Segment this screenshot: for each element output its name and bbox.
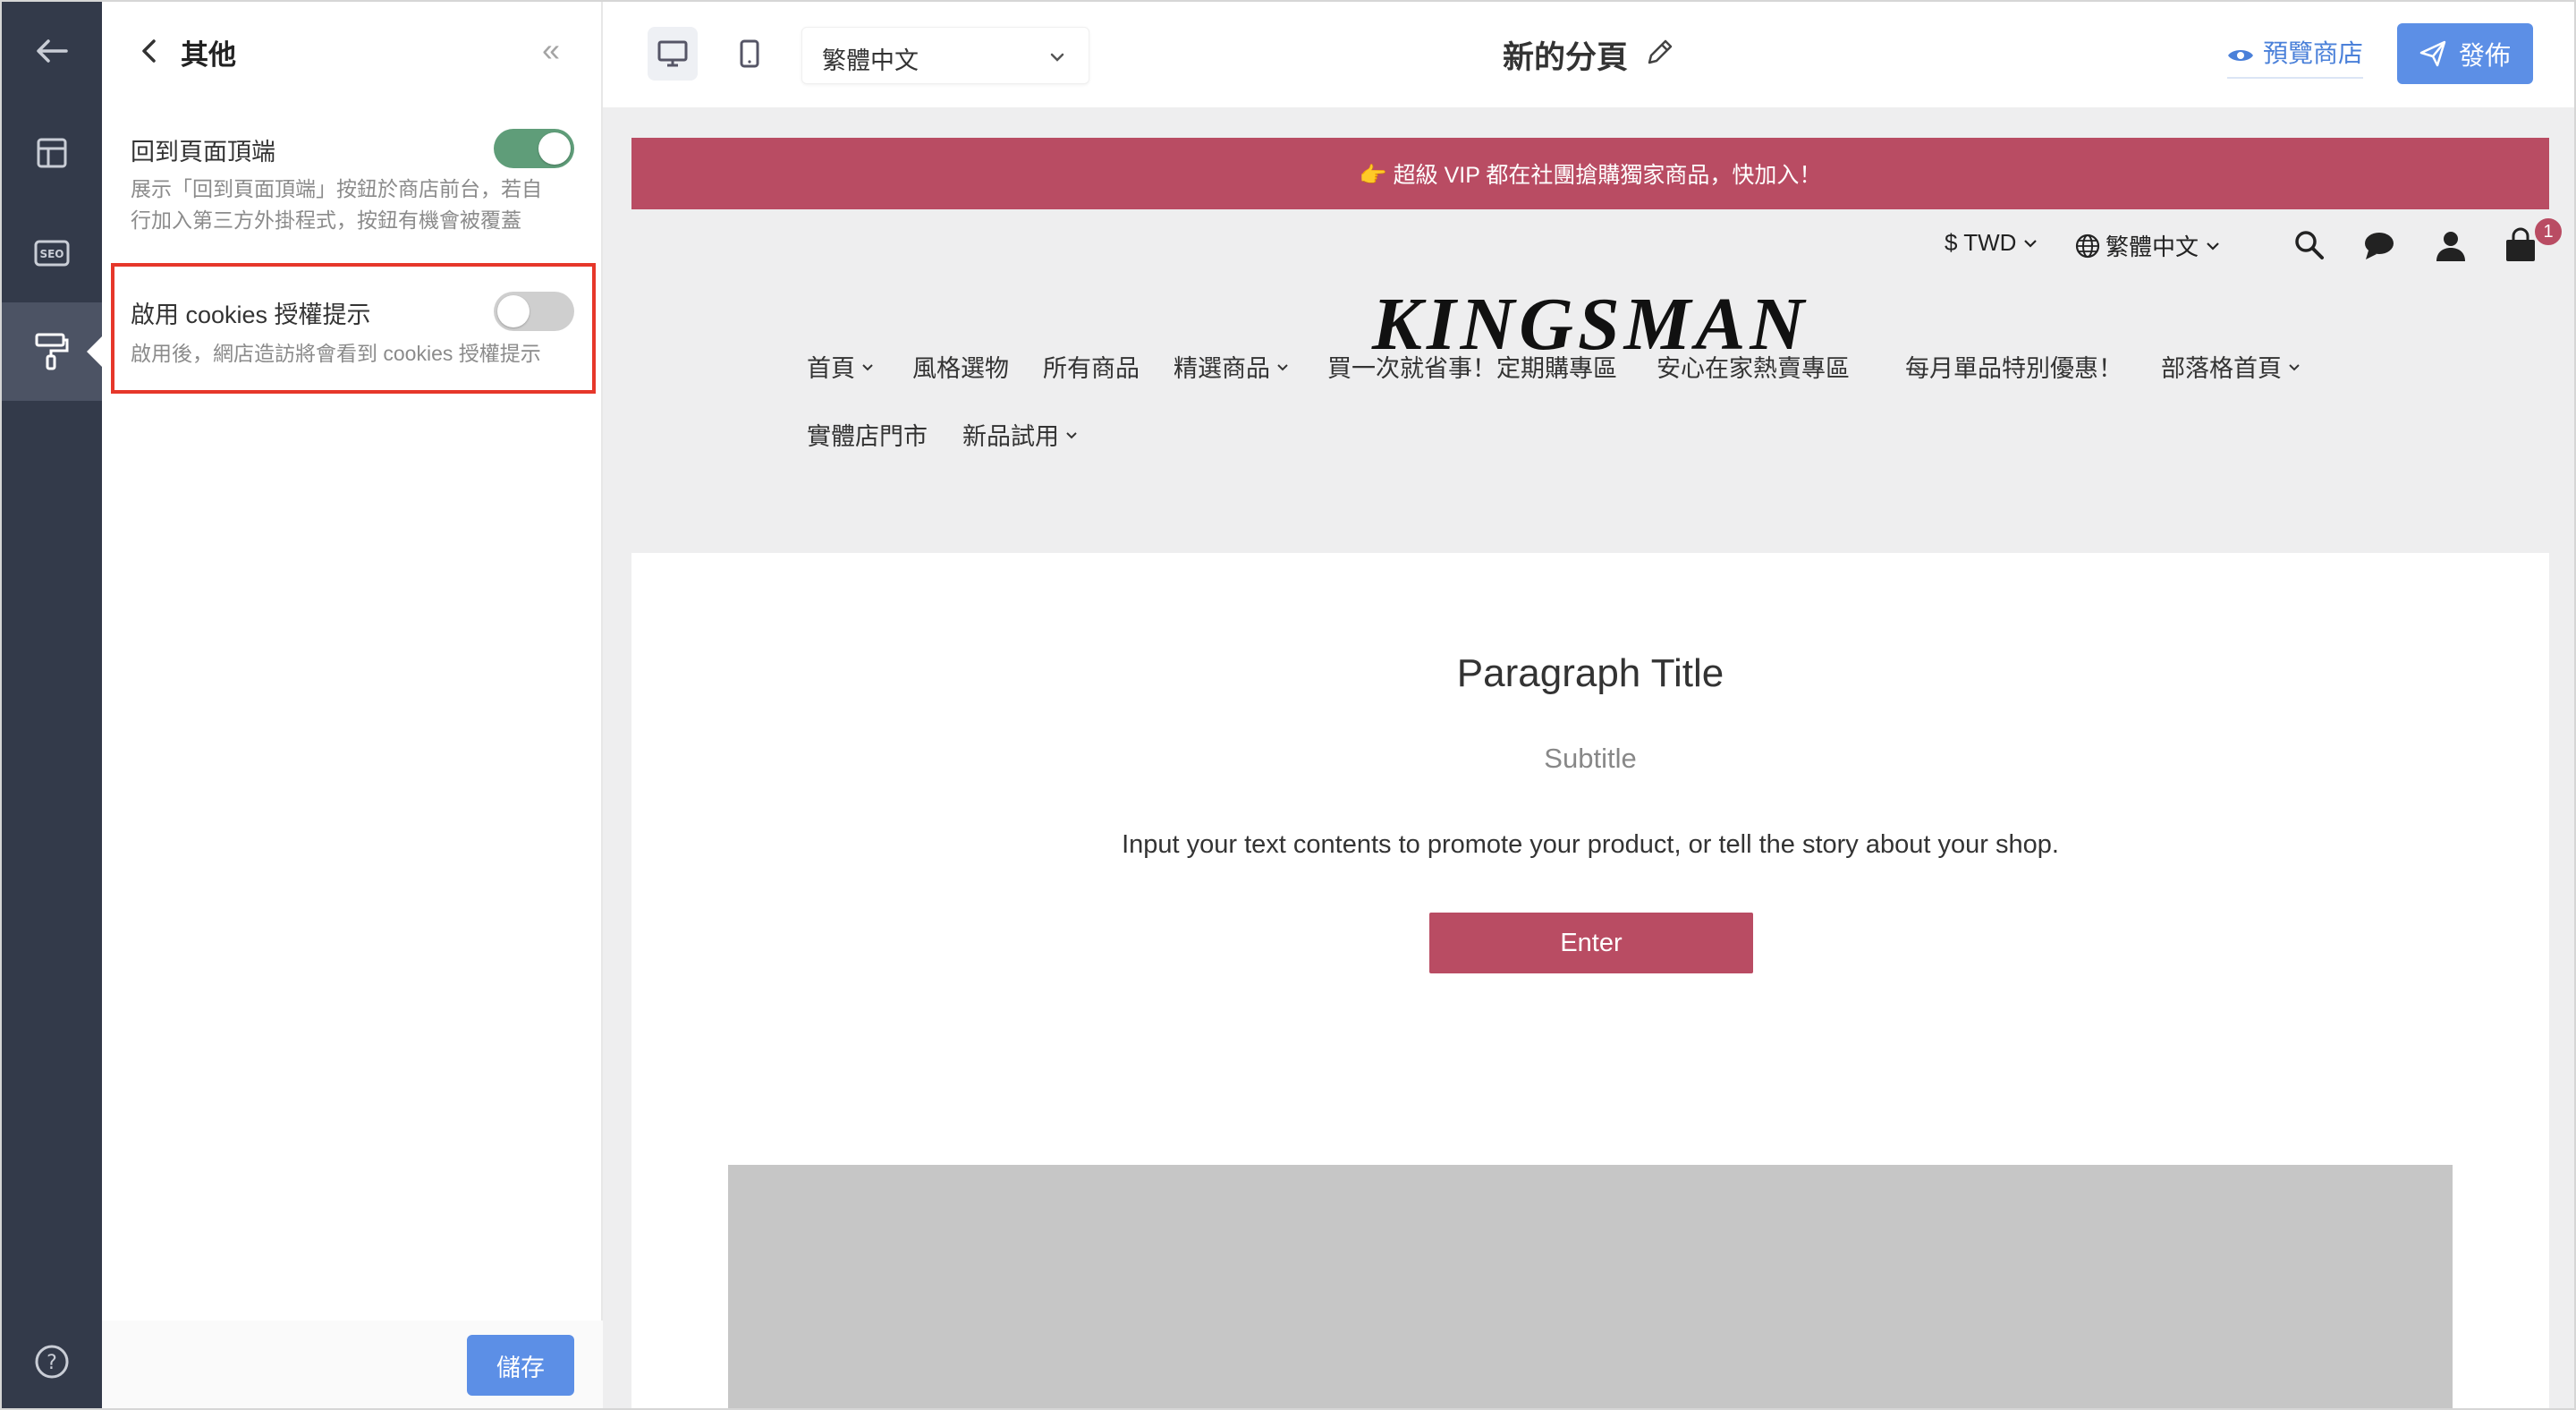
language-select[interactable]: 繁體中文 <box>801 27 1089 84</box>
editor-topbar: 繁體中文 新的分頁 預覽商店 發佈 <box>603 2 2574 107</box>
nav-item-label: 精選商品 <box>1174 355 1270 382</box>
editor-window: SEO ? 其他 « 回到頁面頂端 展示「回到頁面頂端」按鈕於商店前台，若自行加… <box>0 0 2576 1410</box>
rail-back-button[interactable] <box>2 2 102 100</box>
chat-icon <box>2365 233 2394 259</box>
panel-header: 其他 « <box>102 2 603 100</box>
nav-item-home[interactable]: 首頁 <box>807 349 875 384</box>
side-rail: SEO ? <box>2 2 102 1408</box>
store-chat-button[interactable] <box>2361 227 2397 263</box>
nav-item-subscription[interactable]: 買一次就省事！定期購專區 <box>1327 349 1617 384</box>
nav-item-label: 風格選物 <box>912 355 1009 382</box>
save-button[interactable]: 儲存 <box>467 1335 574 1396</box>
image-placeholder <box>728 1165 2453 1408</box>
collapse-panel-button[interactable]: « <box>542 32 571 68</box>
chevron-left-icon <box>142 39 156 63</box>
rail-layout-button[interactable] <box>2 104 102 202</box>
language-select-value: 繁體中文 <box>822 47 919 74</box>
rail-theme-button[interactable] <box>2 302 102 401</box>
send-icon <box>2419 40 2446 67</box>
nav-item-label: 每月單品特別優惠！ <box>1905 355 2123 382</box>
cart-count-badge: 1 <box>2533 217 2563 247</box>
help-icon: ? <box>35 1345 69 1379</box>
nav-item-label: 新品試用 <box>962 423 1059 450</box>
currency-selector[interactable]: $ TWD <box>1945 229 2039 257</box>
nav-item-label: 買一次就省事！定期購專區 <box>1327 355 1617 382</box>
mobile-icon <box>740 39 759 68</box>
rail-seo-button[interactable]: SEO <box>2 204 102 302</box>
user-icon <box>2436 232 2465 261</box>
chevron-down-icon <box>1050 53 1064 62</box>
svg-text:SEO: SEO <box>39 248 64 260</box>
chevron-down-icon <box>2289 363 2300 370</box>
nav-item-label: 安心在家熱賣專區 <box>1657 355 1850 382</box>
announcement-bar[interactable]: 👉 超級 VIP 都在社團搶購獨家商品，快加入！ <box>631 138 2549 209</box>
nav-item-all-products[interactable]: 所有商品 <box>1043 349 1140 384</box>
paint-roller-icon <box>35 333 69 370</box>
layout-icon <box>37 138 67 168</box>
nav-item-label: 實體店門市 <box>807 423 928 450</box>
nav-item-physical-store[interactable]: 實體店門市 <box>807 417 928 452</box>
store-language-selector[interactable]: 繁體中文 <box>2075 229 2222 262</box>
nav-item-hot-sellers[interactable]: 安心在家熱賣專區 <box>1657 349 1850 384</box>
desktop-icon <box>657 40 688 67</box>
store-search-button[interactable] <box>2292 227 2327 263</box>
help-button[interactable]: ? <box>34 1344 70 1380</box>
svg-text:?: ? <box>47 1352 57 1374</box>
paragraph-subtitle: Subtitle <box>1544 743 1637 774</box>
content-section: Paragraph Title Subtitle Input your text… <box>631 553 2549 1408</box>
enter-button[interactable]: Enter <box>1429 913 1753 973</box>
nav-item-label: 首頁 <box>807 355 855 382</box>
toggle-knob <box>538 132 571 165</box>
store-preview: 👉 超級 VIP 都在社團搶購獨家商品，快加入！ $ TWD 繁體中文 1 KI… <box>631 138 2563 1408</box>
chevron-down-icon <box>2024 239 2038 248</box>
store-language-value: 繁體中文 <box>2106 234 2199 260</box>
seo-icon: SEO <box>34 240 70 267</box>
nav-item-new-trial[interactable]: 新品試用 <box>962 417 1079 452</box>
preview-store-link[interactable]: 預覽商店 <box>2227 34 2364 79</box>
mobile-view-button[interactable] <box>724 27 775 81</box>
nav-item-label: 所有商品 <box>1043 355 1140 382</box>
nav-item-featured[interactable]: 精選商品 <box>1174 349 1290 384</box>
paragraph-body: Input your text contents to promote your… <box>1122 830 2059 859</box>
preview-canvas: 👉 超級 VIP 都在社團搶購獨家商品，快加入！ $ TWD 繁體中文 1 KI… <box>603 107 2574 1408</box>
desktop-view-button[interactable] <box>648 27 698 81</box>
back-arrow-icon <box>37 39 68 63</box>
store-header: $ TWD 繁體中文 1 KINGSMAN 首頁 風格選物 所有商品 精選商品 … <box>631 209 2563 553</box>
paragraph-title: Paragraph Title <box>1456 651 1724 695</box>
chevron-down-icon <box>862 363 873 370</box>
publish-label: 發佈 <box>2458 42 2511 71</box>
chevron-down-icon <box>1066 431 1077 438</box>
nav-item-style-picks[interactable]: 風格選物 <box>912 349 1009 384</box>
highlight-annotation <box>111 263 596 394</box>
store-account-button[interactable] <box>2433 227 2469 263</box>
back-to-top-label: 回到頁面頂端 <box>131 139 275 166</box>
pencil-icon <box>1648 39 1673 64</box>
chevron-down-icon <box>1277 363 1288 370</box>
eye-icon <box>2228 49 2253 61</box>
search-icon <box>2295 231 2324 259</box>
chevron-down-icon <box>2207 242 2219 251</box>
publish-button[interactable]: 發佈 <box>2397 23 2533 84</box>
panel-title: 其他 <box>181 39 236 71</box>
edit-title-button[interactable] <box>1644 36 1676 68</box>
nav-item-label: 部落格首頁 <box>2161 355 2282 382</box>
page-title: 新的分頁 <box>1503 40 1629 75</box>
nav-item-monthly-deals[interactable]: 每月單品特別優惠！ <box>1905 349 2123 384</box>
preview-store-label: 預覽商店 <box>2263 39 2364 67</box>
currency-value: $ TWD <box>1945 229 2017 256</box>
globe-icon <box>2075 234 2100 258</box>
nav-item-blog[interactable]: 部落格首頁 <box>2161 349 2301 384</box>
panel-back-button[interactable] <box>136 36 163 66</box>
back-to-top-description: 展示「回到頁面頂端」按鈕於商店前台，若自行加入第三方外掛程式，按鈕有機會被覆蓋 <box>131 177 542 232</box>
back-to-top-toggle[interactable] <box>494 129 574 168</box>
settings-panel: 其他 « 回到頁面頂端 展示「回到頁面頂端」按鈕於商店前台，若自行加入第三方外掛… <box>102 2 603 1408</box>
